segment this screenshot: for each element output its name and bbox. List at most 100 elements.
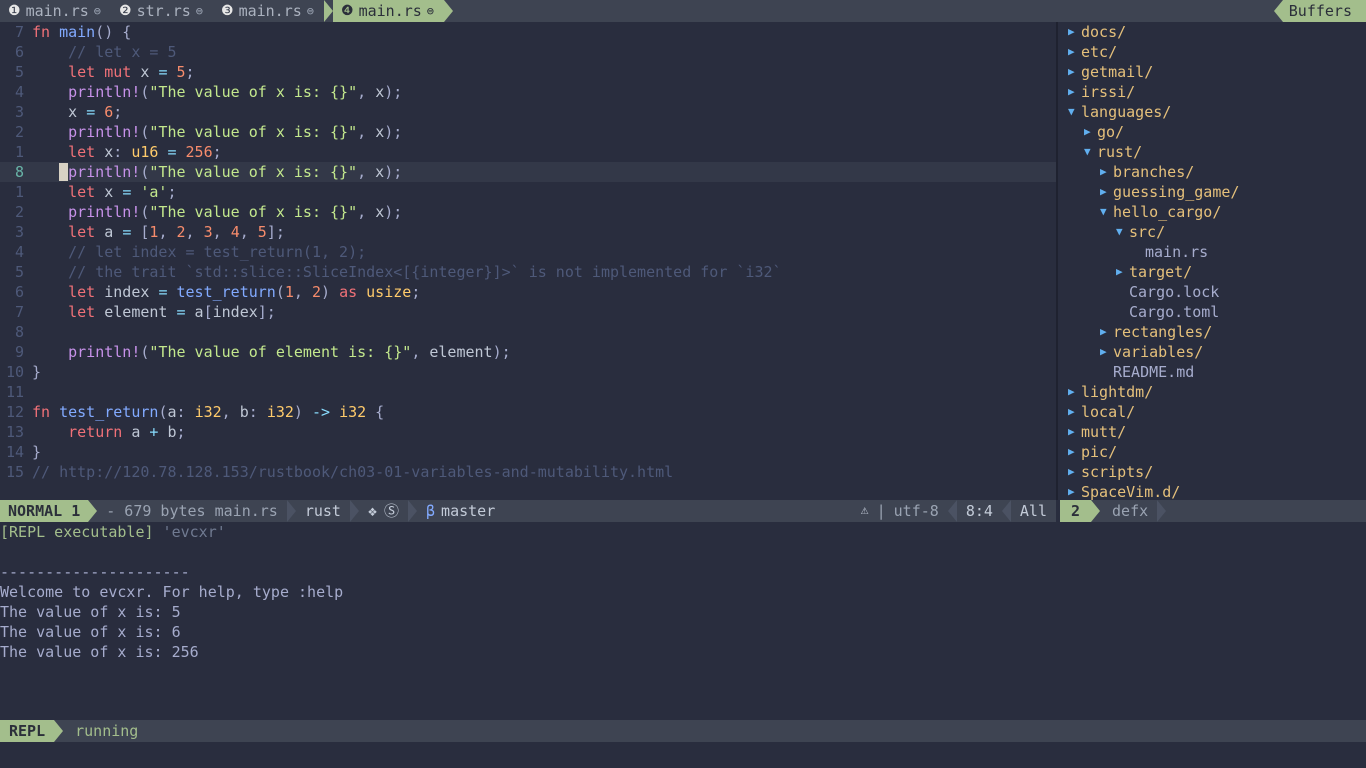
code-line[interactable]: 3 let a = [1, 2, 3, 4, 5]; xyxy=(0,222,1056,242)
code-line-text: fn main() { xyxy=(32,22,1056,42)
file-tree-defx[interactable]: ▶ docs/▶ etc/▶ getmail/▶ irssi/▼ languages/▶ g… xyxy=(1060,22,1366,500)
code-token: println! xyxy=(68,343,141,361)
code-token: x xyxy=(95,143,114,161)
code-line[interactable]: 1 let x = 'a'; xyxy=(0,182,1056,202)
code-line[interactable]: 8 xyxy=(0,322,1056,342)
code-line[interactable]: 6 let index = test_return(1, 2) as usize… xyxy=(0,282,1056,302)
chevron-right-icon[interactable]: ▶ xyxy=(1068,62,1081,82)
repl-text: Welcome to evcxr. For help, type :help xyxy=(0,583,344,601)
tree-item-file[interactable]: README.md xyxy=(1060,362,1366,382)
tab-4-active[interactable]: ❹ main.rs ⊜ xyxy=(333,0,445,22)
tree-item-file[interactable]: main.rs xyxy=(1060,242,1366,262)
code-line[interactable]: 5 // the trait `std::slice::SliceIndex<[… xyxy=(0,262,1056,282)
chevron-right-icon[interactable]: ▶ xyxy=(1068,22,1081,42)
chevron-down-icon[interactable]: ▼ xyxy=(1100,202,1113,222)
tree-item-directory[interactable]: ▶ go/ xyxy=(1060,122,1366,142)
chevron-down-icon[interactable]: ▼ xyxy=(1068,102,1081,122)
code-line[interactable]: 13 return a + b; xyxy=(0,422,1056,442)
repl-output-line: The value of x is: 5 xyxy=(0,602,1366,622)
code-line[interactable]: 5 let mut x = 5; xyxy=(0,62,1056,82)
tree-item-directory[interactable]: ▶ pic/ xyxy=(1060,442,1366,462)
line-number: 1 xyxy=(14,183,24,201)
chevron-right-icon[interactable]: ▶ xyxy=(1100,322,1113,342)
code-line[interactable]: 3 x = 6; xyxy=(0,102,1056,122)
tree-item-directory[interactable]: ▶ guessing_game/ xyxy=(1060,182,1366,202)
tree-item-label: rust/ xyxy=(1097,143,1143,161)
code-token: = xyxy=(122,183,132,201)
code-line[interactable]: 15 // http://120.78.128.153/rustbook/ch03… xyxy=(0,462,1056,482)
code-token: [ xyxy=(203,303,213,321)
code-line-text: // let index = test_return(1, 2); xyxy=(32,242,1056,262)
code-token: ) xyxy=(293,403,312,421)
tree-item-directory[interactable]: ▶ getmail/ xyxy=(1060,62,1366,82)
tree-item-directory[interactable]: ▶ rectangles/ xyxy=(1060,322,1366,342)
chevron-right-icon[interactable]: ▶ xyxy=(1068,402,1081,422)
chevron-right-icon[interactable]: ▶ xyxy=(1068,462,1081,482)
tree-item-directory[interactable]: ▶ docs/ xyxy=(1060,22,1366,42)
code-line[interactable]: 6 // let x = 5 xyxy=(0,42,1056,62)
tree-item-directory[interactable]: ▶ mutt/ xyxy=(1060,422,1366,442)
tab-2[interactable]: ❷ str.rs ⊜ xyxy=(111,0,213,22)
tree-item-label: src/ xyxy=(1129,223,1166,241)
chevron-down-icon[interactable]: ▼ xyxy=(1084,142,1097,162)
tree-item-label: pic/ xyxy=(1081,443,1118,461)
chevron-right-icon[interactable]: ▶ xyxy=(1068,82,1081,102)
tree-item-directory[interactable]: ▼ languages/ xyxy=(1060,102,1366,122)
code-line[interactable]: 1 let x: u16 = 256; xyxy=(0,142,1056,162)
code-token: let xyxy=(68,183,96,201)
chevron-right-icon[interactable]: ▶ xyxy=(1116,262,1129,282)
code-editor[interactable]: 7 fn main() {6 // let x = 55 let mut x = … xyxy=(0,22,1056,500)
code-token: println! xyxy=(68,83,141,101)
tree-item-directory[interactable]: ▶ etc/ xyxy=(1060,42,1366,62)
tree-item-directory[interactable]: ▶ irssi/ xyxy=(1060,82,1366,102)
tree-item-directory[interactable]: ▶ target/ xyxy=(1060,262,1366,282)
code-line[interactable]: 2 println!("The value of x is: {}", x); xyxy=(0,202,1056,222)
chevron-right-icon[interactable]: ▶ xyxy=(1100,342,1113,362)
chevron-right-icon[interactable]: ▶ xyxy=(1068,482,1081,500)
tree-item-directory[interactable]: ▶ branches/ xyxy=(1060,162,1366,182)
tree-item-directory[interactable]: ▶ lightdm/ xyxy=(1060,382,1366,402)
tree-item-directory[interactable]: ▶ variables/ xyxy=(1060,342,1366,362)
chevron-right-icon[interactable]: ▶ xyxy=(1068,382,1081,402)
code-line-text: let element = a[index]; xyxy=(32,302,1056,322)
tab-label: main.rs xyxy=(25,2,89,20)
tree-item-directory[interactable]: ▶ local/ xyxy=(1060,402,1366,422)
status-scroll-percent: All xyxy=(1011,500,1056,522)
tab-1[interactable]: ❶ main.rs ⊜ xyxy=(0,0,112,22)
code-line[interactable]: 12 fn test_return(a: i32, b: i32) -> i32 … xyxy=(0,402,1056,422)
modified-icon: ⊜ xyxy=(195,4,203,18)
chevron-right-icon[interactable]: ▶ xyxy=(1068,42,1081,62)
tree-item-directory[interactable]: ▶ scripts/ xyxy=(1060,462,1366,482)
code-line[interactable]: 8 println!("The value of x is: {}", x); xyxy=(0,162,1056,182)
tree-item-directory[interactable]: ▼ hello_cargo/ xyxy=(1060,202,1366,222)
chevron-right-icon[interactable]: ▶ xyxy=(1068,442,1081,462)
tree-item-directory[interactable]: ▼ src/ xyxy=(1060,222,1366,242)
buffers-button[interactable]: Buffers xyxy=(1282,0,1366,22)
status-filetype-label: rust xyxy=(304,502,341,520)
tree-item-directory[interactable]: ▼ rust/ xyxy=(1060,142,1366,162)
chevron-down-icon[interactable]: ▼ xyxy=(1116,222,1129,242)
chevron-right-icon[interactable]: ▶ xyxy=(1100,182,1113,202)
code-line[interactable]: 10} xyxy=(0,362,1056,382)
code-token: , xyxy=(212,223,231,241)
code-line[interactable]: 4 println!("The value of x is: {}", x); xyxy=(0,82,1056,102)
tree-item-file[interactable]: Cargo.toml xyxy=(1060,302,1366,322)
tree-item-file[interactable]: Cargo.lock xyxy=(1060,282,1366,302)
chevron-right-icon[interactable]: ▶ xyxy=(1100,162,1113,182)
code-line[interactable]: 14} xyxy=(0,442,1056,462)
code-line[interactable]: 9 println!("The value of element is: {}"… xyxy=(0,342,1056,362)
code-line[interactable]: 4 // let index = test_return(1, 2); xyxy=(0,242,1056,262)
code-line[interactable]: 11 xyxy=(0,382,1056,402)
code-line[interactable]: 2 println!("The value of x is: {}", x); xyxy=(0,122,1056,142)
tree-item-label: lightdm/ xyxy=(1081,383,1154,401)
code-line[interactable]: 7 let element = a[index]; xyxy=(0,302,1056,322)
repl-terminal-output[interactable]: [REPL executable] 'evcxr' --------------… xyxy=(0,522,1366,720)
chevron-right-icon[interactable]: ▶ xyxy=(1084,122,1097,142)
tree-item-directory[interactable]: ▶ SpaceVim.d/ xyxy=(1060,482,1366,500)
tab-3[interactable]: ❸ main.rs ⊜ xyxy=(213,0,325,22)
code-token: , xyxy=(357,123,376,141)
code-line[interactable]: 7 fn main() { xyxy=(0,22,1056,42)
chevron-right-icon[interactable]: ▶ xyxy=(1068,422,1081,442)
